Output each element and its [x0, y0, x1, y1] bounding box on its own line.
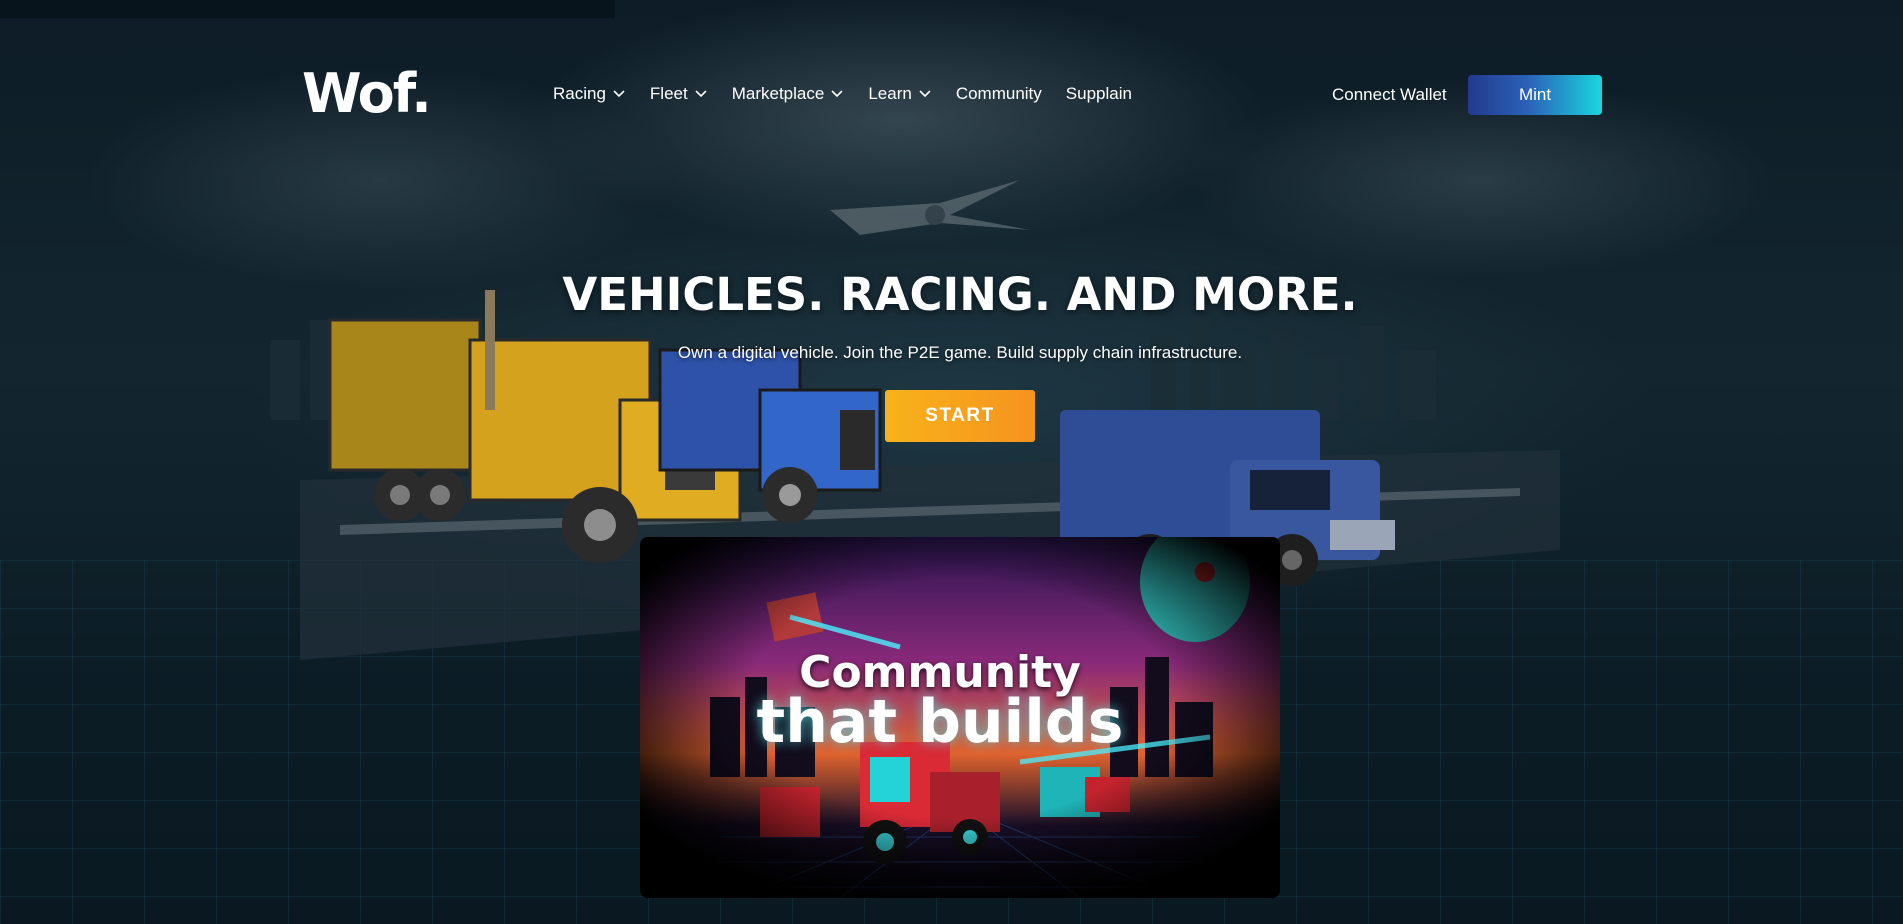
nav-community[interactable]: Community — [956, 84, 1042, 104]
nav-community-label: Community — [955, 84, 1042, 103]
start-button[interactable]: START — [885, 390, 1035, 442]
wof-logo[interactable]: Wof. — [302, 62, 432, 125]
nav-supplain-label: Supplain — [1065, 84, 1132, 103]
promo-title-line2: that builds — [756, 687, 1124, 757]
start-button-label: START — [925, 405, 995, 426]
nav-fleet-label: Fleet — [649, 84, 688, 103]
hero-headline: VEHICLES. RACING. AND MORE. — [562, 268, 1358, 321]
nav-fleet[interactable]: Fleet — [650, 84, 708, 104]
top-strip — [0, 0, 615, 18]
nav-learn[interactable]: Learn — [868, 84, 931, 104]
chevron-down-icon — [831, 90, 843, 98]
mint-button[interactable]: Mint — [1468, 75, 1602, 115]
hero-headline-container: VEHICLES. RACING. AND MORE. — [560, 268, 1360, 321]
nav-racing[interactable]: Racing — [553, 84, 626, 104]
nav-racing-label: Racing — [553, 84, 606, 103]
chevron-down-icon — [695, 90, 707, 98]
connect-wallet-button[interactable]: Connect Wallet — [1332, 85, 1447, 105]
chevron-down-icon — [919, 90, 931, 98]
promo-video-card[interactable]: Community that builds — [640, 537, 1280, 898]
nav-marketplace[interactable]: Marketplace — [732, 84, 845, 104]
chevron-down-icon — [613, 90, 625, 98]
nav-marketplace-label: Marketplace — [731, 84, 825, 103]
nav-supplain[interactable]: Supplain — [1066, 84, 1132, 104]
mint-button-label: Mint — [1518, 85, 1552, 104]
page-background: Wof. Racing Fleet Marketplace Learn Comm… — [0, 0, 1903, 924]
nav-learn-label: Learn — [868, 84, 912, 103]
hero-subtext: Own a digital vehicle. Join the P2E game… — [677, 343, 1243, 362]
spaceship-illustration — [830, 180, 1030, 235]
main-nav: Racing Fleet Marketplace Learn Community… — [553, 84, 1156, 104]
